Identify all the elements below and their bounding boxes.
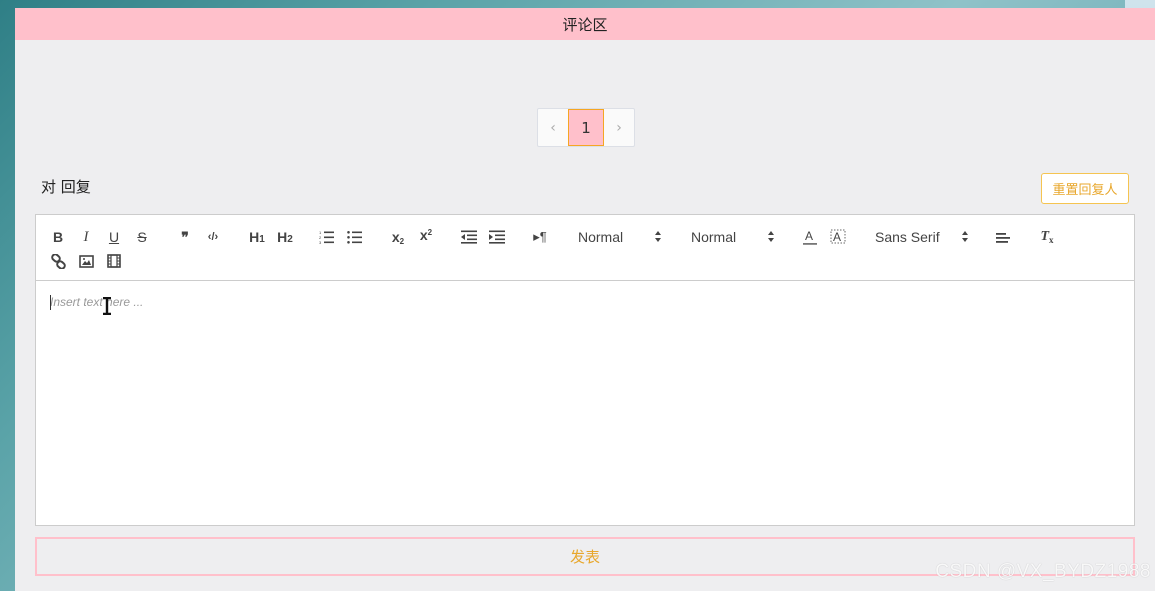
- superscript-button[interactable]: x2: [416, 225, 436, 245]
- svg-text:A: A: [833, 230, 841, 244]
- picker-arrows-icon: [655, 231, 661, 242]
- prev-page-button[interactable]: ‹: [538, 109, 568, 146]
- code-block-button[interactable]: ‹/›: [204, 227, 222, 247]
- video-icon: [107, 254, 121, 268]
- picker-arrows-icon: [768, 231, 774, 242]
- bullet-list-button[interactable]: [346, 227, 364, 247]
- image-icon: [78, 254, 94, 268]
- background-color-button[interactable]: A: [829, 227, 847, 247]
- blockquote-button[interactable]: ❞: [176, 227, 194, 247]
- font-picker[interactable]: Sans Serif: [875, 227, 969, 247]
- italic-button[interactable]: I: [78, 227, 94, 247]
- text-direction-button[interactable]: ▸¶: [530, 227, 550, 247]
- text-cursor-icon: [103, 297, 111, 315]
- font-picker-label: Sans Serif: [875, 229, 940, 245]
- header-2-letter: H: [277, 229, 288, 245]
- video-button[interactable]: [106, 251, 122, 271]
- header-picker[interactable]: Normal: [691, 227, 775, 247]
- svg-text:A: A: [805, 229, 813, 243]
- header-2-number: 2: [287, 234, 293, 245]
- link-icon: [50, 253, 66, 269]
- page-number-1[interactable]: 1: [568, 109, 604, 146]
- header-1-button[interactable]: H1: [246, 227, 268, 247]
- align-button[interactable]: [994, 227, 1012, 247]
- ordered-list-icon: 123: [319, 230, 334, 244]
- underline-button[interactable]: U: [106, 227, 122, 247]
- outdent-button[interactable]: [460, 227, 478, 247]
- outdent-icon: [461, 230, 477, 244]
- font-color-icon: A: [803, 229, 817, 245]
- pagination: ‹ 1 ›: [537, 108, 635, 147]
- size-picker-label: Normal: [578, 229, 624, 245]
- align-left-icon: [996, 233, 1010, 243]
- editor-toolbar: B I U S ❞ ‹/› H1 H2 123 x 2 x 2 ▸¶ Norma…: [36, 215, 1134, 281]
- comment-panel: 评论区 ‹ 1 › 对 回复 重置回复人 B I U S ❞ ‹/› H1 H2…: [15, 8, 1155, 591]
- background-color-icon: A: [830, 229, 846, 244]
- clean-format-button[interactable]: Tx: [1038, 227, 1056, 247]
- subscript-button[interactable]: x2: [388, 227, 408, 247]
- rich-text-editor: B I U S ❞ ‹/› H1 H2 123 x 2 x 2 ▸¶ Norma…: [35, 214, 1135, 526]
- svg-text:3: 3: [319, 240, 322, 244]
- superscript-base: x: [419, 227, 428, 243]
- image-button[interactable]: [78, 251, 94, 271]
- comment-section-header: 评论区: [15, 8, 1155, 40]
- editor-content-area[interactable]: Insert text here ...: [36, 281, 1134, 525]
- picker-arrows-icon: [962, 231, 968, 242]
- clean-format-letter: T: [1040, 229, 1050, 244]
- page-title: 评论区: [562, 15, 608, 34]
- header-picker-label: Normal: [691, 229, 737, 245]
- text-caret: [50, 295, 51, 310]
- reply-target-label: 对 回复: [41, 178, 91, 196]
- font-color-button[interactable]: A: [801, 227, 819, 247]
- clean-format-mark: x: [1049, 235, 1054, 245]
- superscript-mark: 2: [427, 227, 433, 237]
- subscript-base: x: [391, 229, 400, 245]
- next-page-button[interactable]: ›: [604, 109, 634, 146]
- size-picker[interactable]: Normal: [578, 227, 662, 247]
- indent-button[interactable]: [488, 227, 506, 247]
- publish-label: 发表: [569, 548, 600, 566]
- editor-placeholder: Insert text here ...: [50, 295, 144, 309]
- header-1-number: 1: [259, 234, 265, 245]
- bullet-list-icon: [347, 231, 362, 244]
- ordered-list-button[interactable]: 123: [318, 227, 336, 247]
- indent-icon: [489, 230, 505, 244]
- link-button[interactable]: [50, 251, 66, 271]
- header-2-button[interactable]: H2: [274, 227, 296, 247]
- strike-button[interactable]: S: [134, 227, 150, 247]
- watermark: CSDN @VX_BYDZ1988: [935, 561, 1151, 582]
- subscript-mark: 2: [399, 236, 405, 246]
- bold-button[interactable]: B: [50, 227, 66, 247]
- reset-reply-button[interactable]: 重置回复人: [1041, 173, 1129, 204]
- header-1-letter: H: [249, 229, 260, 245]
